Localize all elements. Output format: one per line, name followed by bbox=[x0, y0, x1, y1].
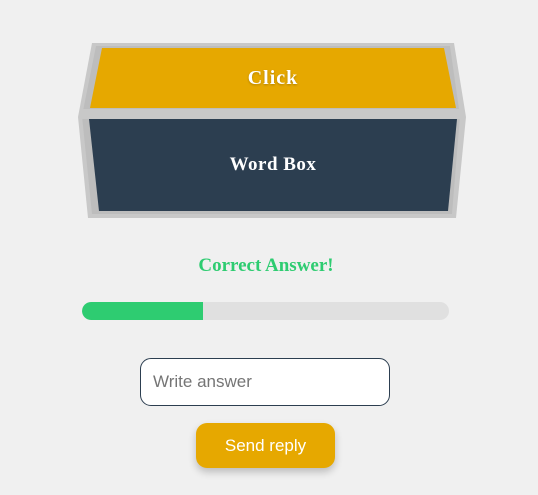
answer-input[interactable] bbox=[140, 358, 390, 406]
progress-fill bbox=[82, 302, 204, 320]
feedback-message: Correct Answer! bbox=[198, 255, 334, 276]
progress-bar bbox=[82, 302, 449, 320]
box-rim bbox=[82, 109, 462, 119]
word-box[interactable]: Click Word Box bbox=[0, 0, 538, 230]
lid-label[interactable]: Click bbox=[90, 48, 456, 108]
word-box-label: Word Box bbox=[229, 154, 317, 175]
send-reply-button[interactable]: Send reply bbox=[196, 423, 335, 468]
